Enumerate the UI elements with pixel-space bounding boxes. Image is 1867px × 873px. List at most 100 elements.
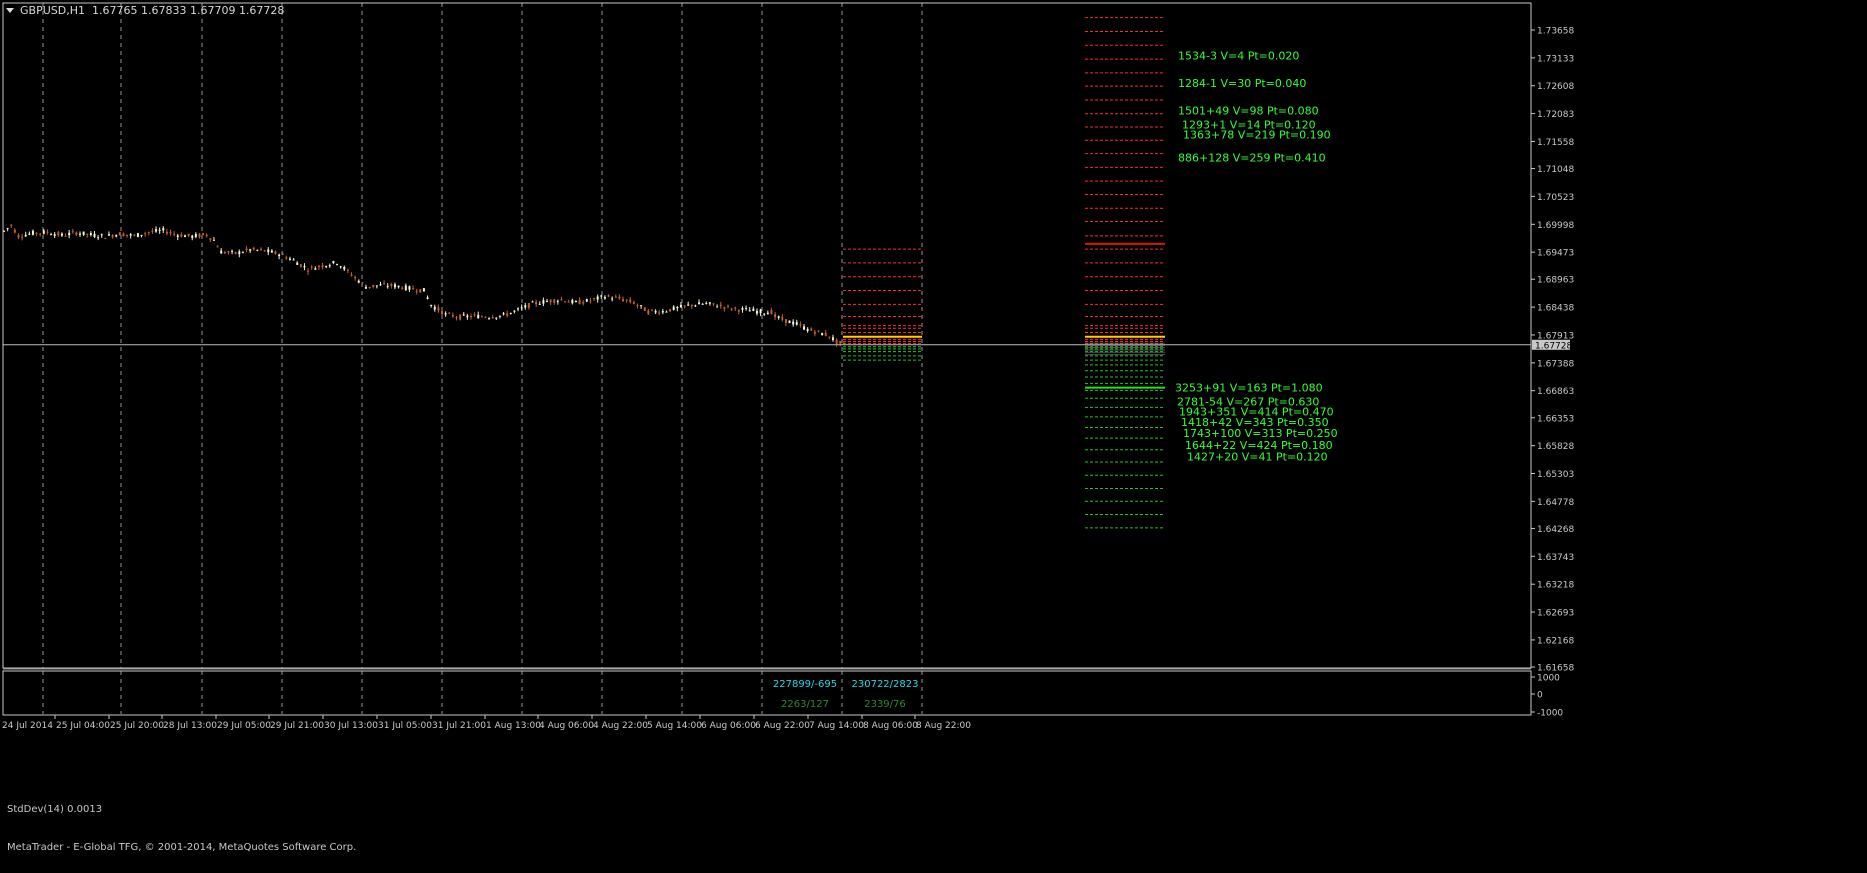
candle-body bbox=[397, 285, 400, 288]
y-tick-label: 1.62168 bbox=[1537, 636, 1574, 646]
candle-body bbox=[13, 229, 16, 233]
candle-body bbox=[202, 233, 205, 235]
candle-body bbox=[404, 285, 407, 291]
candle-body bbox=[169, 231, 172, 234]
candle-body bbox=[375, 285, 378, 287]
y-tick-label: 1.66353 bbox=[1537, 414, 1574, 424]
candle-body bbox=[698, 302, 701, 305]
candle-body bbox=[784, 319, 787, 324]
x-tick-label: 31 Jul 05:00 bbox=[378, 721, 432, 731]
candle-body bbox=[549, 299, 552, 303]
candle-body bbox=[408, 286, 411, 290]
y-tick-label: 1.65828 bbox=[1537, 442, 1574, 452]
candle-body bbox=[520, 307, 523, 309]
annotation-label: 2263/127 bbox=[781, 699, 829, 710]
candle-body bbox=[133, 234, 136, 236]
candle-body bbox=[299, 264, 302, 267]
candle-body bbox=[672, 306, 675, 310]
candle-body bbox=[473, 314, 476, 316]
candle-body bbox=[614, 296, 617, 298]
candle-body bbox=[296, 262, 299, 265]
candle-body bbox=[278, 254, 281, 257]
x-tick-label: 5 Aug 14:00 bbox=[647, 721, 702, 731]
candle-body bbox=[317, 265, 320, 268]
candle-body bbox=[632, 302, 635, 304]
candle-body bbox=[274, 251, 277, 254]
candle-body bbox=[354, 277, 357, 279]
candle-body bbox=[650, 309, 653, 311]
candle-body bbox=[643, 307, 646, 312]
candle-body bbox=[564, 301, 567, 303]
candle-body bbox=[542, 300, 545, 304]
candle-body bbox=[517, 308, 520, 310]
candle-body bbox=[480, 316, 483, 318]
candle-body bbox=[386, 286, 389, 288]
candle-body bbox=[502, 313, 505, 315]
candle-body bbox=[683, 305, 686, 307]
symbol-name: GBPUSD,H1 bbox=[20, 4, 85, 17]
candle-body bbox=[556, 300, 559, 302]
candle-body bbox=[763, 313, 766, 315]
candle-body bbox=[350, 274, 353, 276]
candle-body bbox=[636, 305, 639, 307]
candle-body bbox=[665, 311, 668, 313]
candle-body bbox=[231, 250, 234, 252]
candle-body bbox=[173, 233, 176, 235]
candle-body bbox=[535, 301, 538, 305]
candle-body bbox=[314, 268, 317, 270]
candle-body bbox=[574, 300, 577, 302]
candle-body bbox=[238, 251, 241, 255]
x-tick-label: 29 Jul 21:00 bbox=[270, 721, 324, 731]
candle-body bbox=[212, 239, 215, 241]
candle-body bbox=[129, 234, 132, 236]
candle-body bbox=[824, 333, 827, 336]
y-tick-label: 1.63218 bbox=[1537, 581, 1574, 591]
candle-body bbox=[527, 303, 530, 308]
candle-body bbox=[155, 229, 158, 232]
candle-body bbox=[263, 250, 266, 252]
candle-body bbox=[444, 313, 447, 315]
candle-body bbox=[745, 308, 748, 310]
candle-body bbox=[368, 286, 371, 288]
candle-body bbox=[759, 309, 762, 314]
candle-body bbox=[813, 331, 816, 334]
candle-body bbox=[488, 318, 491, 320]
candle-body bbox=[622, 299, 625, 302]
candle-body bbox=[578, 299, 581, 305]
candle-body bbox=[57, 232, 60, 236]
dropdown-arrow-icon[interactable] bbox=[6, 8, 14, 13]
candle-body bbox=[727, 305, 729, 307]
y-tick-label: 1.69998 bbox=[1537, 221, 1574, 231]
candle-body bbox=[593, 298, 596, 300]
candle-body bbox=[640, 305, 643, 307]
candle-body bbox=[531, 301, 534, 303]
candle-body bbox=[654, 310, 657, 313]
candle-body bbox=[209, 238, 212, 240]
candle-body bbox=[390, 283, 393, 287]
x-tick-label: 1 Aug 13:00 bbox=[486, 721, 541, 731]
candle-body bbox=[708, 302, 711, 304]
candle-body bbox=[346, 269, 349, 271]
candle-body bbox=[60, 233, 63, 236]
y-tick-label: 1.68963 bbox=[1537, 276, 1574, 286]
candle-body bbox=[321, 265, 324, 268]
candle-body bbox=[6, 228, 9, 230]
candle-body bbox=[343, 266, 346, 270]
candle-body bbox=[187, 233, 190, 236]
level-label: 886+128 V=259 Pt=0.410 bbox=[1178, 151, 1326, 164]
indicator-scale-label: 1000 bbox=[1537, 674, 1560, 684]
price-chart[interactable]: 1.73658 1.73133 1.72608 1.72083 1.71558 1.710… bbox=[0, 0, 1867, 873]
candle-body bbox=[821, 333, 824, 336]
x-tick-label: 30 Jul 13:00 bbox=[324, 721, 378, 731]
candle-body bbox=[774, 314, 777, 318]
candle-body bbox=[415, 291, 418, 293]
indicator-scale-label: -1000 bbox=[1537, 709, 1563, 719]
candle-body bbox=[498, 315, 501, 317]
candle-body bbox=[100, 234, 103, 236]
x-tick-label: 4 Aug 22:00 bbox=[593, 721, 648, 731]
candle-body bbox=[701, 303, 704, 305]
candle-body bbox=[241, 252, 244, 254]
candle-body bbox=[734, 307, 737, 309]
candle-body bbox=[151, 230, 154, 232]
candle-body bbox=[281, 253, 284, 255]
